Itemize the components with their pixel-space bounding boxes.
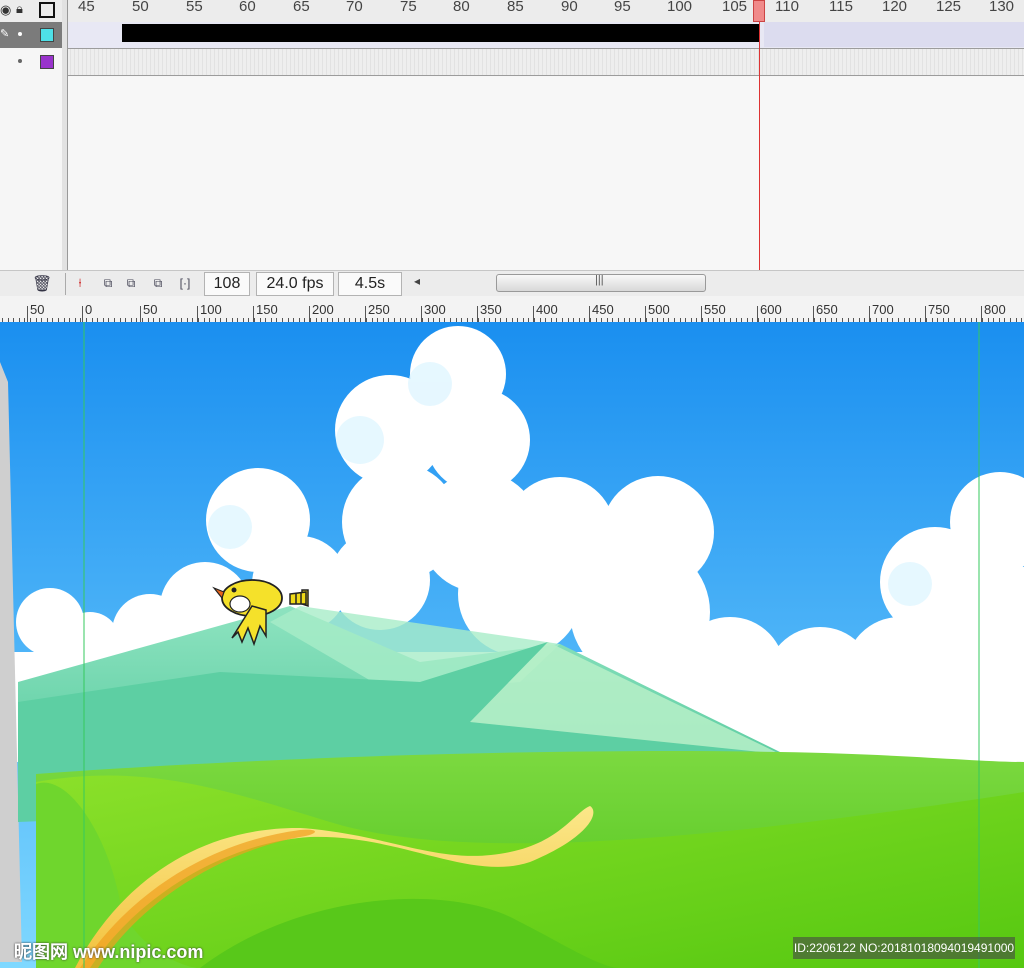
ruler-label: 250 <box>368 302 390 317</box>
frame-number: 130 <box>989 0 1015 15</box>
layer-list: ✎ <box>0 22 63 270</box>
layer-row-1[interactable]: ✎ <box>0 22 62 48</box>
toolbar-separator <box>65 273 66 295</box>
frame-number: 100 <box>667 0 693 15</box>
ruler-label: 50 <box>30 302 45 317</box>
ruler-label: 200 <box>312 302 334 317</box>
panel-divider[interactable] <box>62 0 68 270</box>
frame-number: 75 <box>400 0 417 15</box>
elapsed-time-field: 4.5s <box>338 272 402 296</box>
ruler-major-tick <box>140 306 141 322</box>
ruler-label: 650 <box>816 302 838 317</box>
playhead-line <box>759 22 760 270</box>
timeline-panel: ◉ 🔒︎ 45 50 55 60 65 70 75 80 85 90 95 100 105 110 115 1… <box>0 0 1024 296</box>
frame-number: 115 <box>829 0 853 15</box>
ruler-label: 600 <box>760 302 782 317</box>
frame-number: 95 <box>614 0 631 15</box>
ruler-label: 150 <box>256 302 278 317</box>
ruler-major-tick <box>27 306 28 322</box>
visibility-dot[interactable] <box>18 59 22 63</box>
frame-number: 70 <box>346 0 363 15</box>
frame-number: 80 <box>453 0 470 15</box>
ruler-label: 450 <box>592 302 614 317</box>
stage-ruler: 50 0 50 100 150 200 250 300 350 400 450 500 550 600 65… <box>0 296 1024 323</box>
ruler-label: 800 <box>984 302 1006 317</box>
frame-number: 85 <box>507 0 524 15</box>
center-frame-icon[interactable]: ⍿ <box>73 276 87 290</box>
frame-number: 110 <box>775 0 799 15</box>
layer-color-swatch[interactable] <box>40 28 54 42</box>
frame-row-1[interactable] <box>67 22 1024 49</box>
timeline-toolbar: 🗑︎ ⍿ ⧉ ⧉ ⧉ [·] 108 24.0 fps 4.5s ◂ ||| <box>0 270 1024 296</box>
ruler-label: 400 <box>536 302 558 317</box>
frame-number: 125 <box>936 0 962 15</box>
watermark-right: ID:2206122 NO:20181018094019491000 <box>793 937 1015 959</box>
ruler-label: 50 <box>143 302 158 317</box>
layer-color-swatch[interactable] <box>40 55 54 69</box>
onion-outline-icon[interactable]: ⧉ <box>124 276 138 290</box>
pencil-icon: ✎ <box>0 28 10 40</box>
ruler-major-tick <box>82 306 83 322</box>
eye-icon[interactable]: ◉ <box>0 2 11 18</box>
frame-area-empty <box>67 77 1024 270</box>
frame-number: 120 <box>882 0 908 15</box>
frame-number: 50 <box>132 0 149 15</box>
ruler-label: 500 <box>648 302 670 317</box>
frame-number-header[interactable]: ◉ 🔒︎ 45 50 55 60 65 70 75 80 85 90 95 100 105 110 115 1… <box>0 0 1024 23</box>
frame-number: 65 <box>293 0 310 15</box>
stage-artwork <box>0 322 1024 968</box>
layer-row-2[interactable] <box>0 49 62 75</box>
watermark-left: 昵图网 www.nipic.com <box>14 942 204 962</box>
ruler-label: 350 <box>480 302 502 317</box>
onion-skin-icon[interactable]: ⧉ <box>101 276 115 290</box>
lock-icon[interactable]: 🔒︎ <box>16 1 23 17</box>
current-frame-field: 108 <box>204 272 250 296</box>
frame-number: 55 <box>186 0 203 15</box>
ruler-label: 0 <box>85 302 93 317</box>
frame-number: 90 <box>561 0 578 15</box>
stage-canvas[interactable] <box>0 322 1024 968</box>
frame-number: 45 <box>78 0 95 15</box>
playhead-marker[interactable] <box>753 0 765 22</box>
edit-multiple-frames-icon[interactable]: ⧉ <box>151 276 165 290</box>
scroll-left-arrow[interactable]: ◂ <box>414 274 420 288</box>
frame-row-2[interactable] <box>67 49 1024 76</box>
frame-number: 105 <box>722 0 748 15</box>
visibility-dot[interactable] <box>18 32 22 36</box>
frame-number: 60 <box>239 0 256 15</box>
modify-markers-icon[interactable]: [·] <box>178 276 192 290</box>
selected-frames <box>764 22 1024 47</box>
trash-icon[interactable]: 🗑︎ <box>32 274 52 294</box>
tween-span[interactable] <box>122 24 760 42</box>
frame-rate-field[interactable]: 24.0 fps <box>256 272 334 296</box>
ruler-label: 300 <box>424 302 446 317</box>
ruler-label: 100 <box>200 302 222 317</box>
ruler-label: 750 <box>928 302 950 317</box>
horizontal-scrollbar-thumb[interactable]: ||| <box>496 274 706 292</box>
outline-icon[interactable] <box>39 2 55 18</box>
ruler-label: 550 <box>704 302 726 317</box>
scrollbar-grip-icon: ||| <box>595 274 604 286</box>
ruler-label: 700 <box>872 302 894 317</box>
